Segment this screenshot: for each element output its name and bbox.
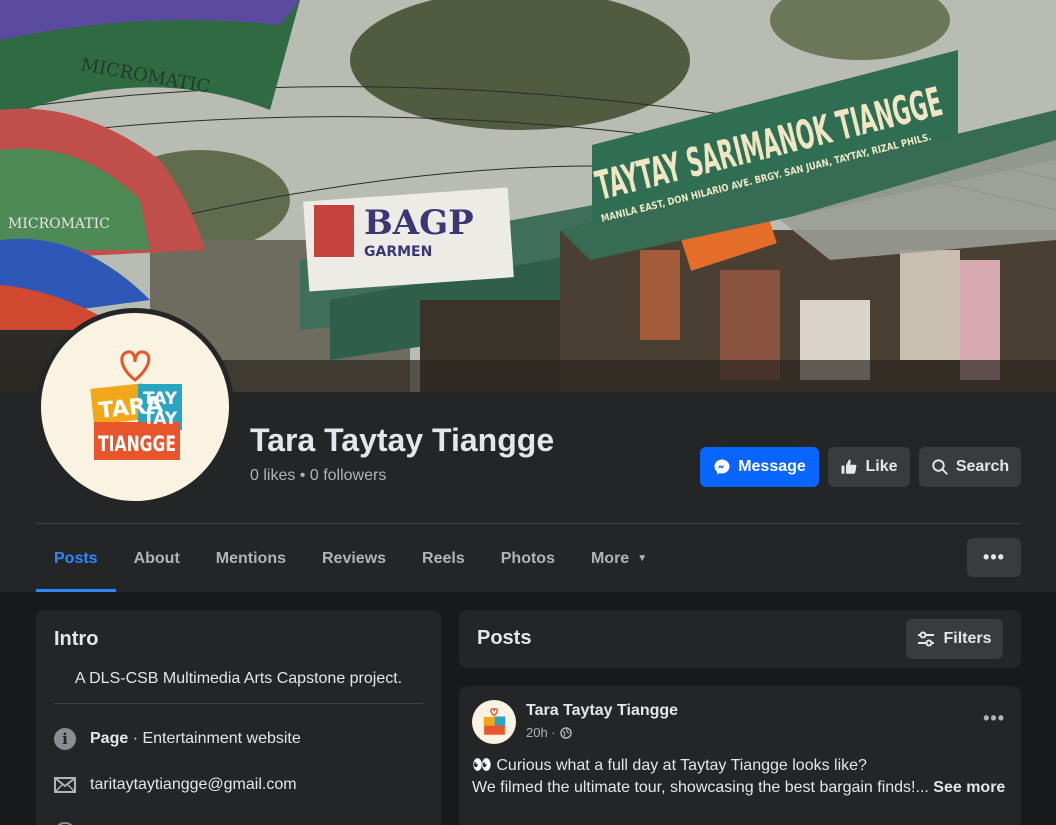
tab-reels[interactable]: Reels bbox=[404, 525, 483, 592]
message-button[interactable]: Message bbox=[700, 447, 819, 487]
intro-card: Intro A DLS-CSB Multimedia Arts Capstone… bbox=[36, 610, 441, 825]
cover-sign-left-sub: GARMEN bbox=[364, 244, 432, 260]
intro-title: Intro bbox=[54, 628, 99, 650]
caret-down-icon: ▼ bbox=[637, 553, 648, 564]
filters-button-label: Filters bbox=[943, 630, 992, 647]
page-tabs: Posts About Mentions Reviews Reels Photo… bbox=[36, 525, 665, 592]
tab-posts-label: Posts bbox=[54, 549, 98, 567]
search-button-label: Search bbox=[955, 458, 1010, 475]
like-button[interactable]: Like bbox=[828, 447, 910, 487]
post-timestamp[interactable]: 20h · bbox=[526, 725, 556, 740]
post-author-name[interactable]: Tara Taytay Tiangge bbox=[526, 702, 678, 720]
post-line-2: We filmed the ultimate tour, showcasing … bbox=[472, 779, 934, 796]
posts-header-card: Posts Filters bbox=[459, 610, 1021, 668]
search-button[interactable]: Search bbox=[919, 447, 1021, 487]
tab-mentions-label: Mentions bbox=[215, 549, 286, 567]
tab-more-label: More bbox=[590, 549, 630, 567]
post-meta: 20h · bbox=[526, 725, 572, 740]
intro-divider bbox=[54, 703, 423, 704]
header-divider bbox=[36, 523, 1021, 524]
tab-photos[interactable]: Photos bbox=[483, 525, 573, 592]
intro-page-category: i Page · Entertainment website bbox=[54, 728, 301, 750]
tara-taytay-logo-small bbox=[483, 708, 506, 735]
tab-about-label: About bbox=[133, 549, 180, 567]
tab-mentions[interactable]: Mentions bbox=[198, 525, 304, 592]
intro-email: taritaytaytiangge@gmail.com bbox=[54, 776, 297, 794]
globe-icon bbox=[559, 726, 572, 739]
eyes-emoji-icon: 👀 bbox=[472, 757, 492, 774]
post-author-avatar[interactable] bbox=[472, 700, 516, 744]
page-title: Tara Taytay Tiangge bbox=[250, 422, 555, 458]
tab-more[interactable]: More ▼ bbox=[573, 525, 665, 592]
thumbs-up-icon bbox=[841, 459, 857, 474]
messenger-icon bbox=[714, 459, 730, 475]
posts-title: Posts bbox=[477, 627, 532, 649]
post-body: 👀 Curious what a full day at Taytay Tian… bbox=[472, 755, 1007, 799]
cover-sign-left: BAGP bbox=[364, 203, 474, 243]
tara-taytay-logo: TARA TAY TAY TIANGGE bbox=[90, 350, 182, 460]
message-button-label: Message bbox=[738, 458, 806, 475]
envelope-icon bbox=[54, 777, 76, 793]
cover-umbrella-text-2: MICROMATIC bbox=[8, 216, 110, 232]
logo-word-tay-2: TAY bbox=[143, 409, 178, 429]
intro-email-link[interactable]: taritaytaytiangge@gmail.com bbox=[90, 776, 297, 794]
tab-posts[interactable]: Posts bbox=[36, 525, 116, 592]
see-more-link[interactable]: See more bbox=[933, 779, 1005, 796]
profile-picture[interactable]: TARA TAY TAY TIANGGE bbox=[36, 308, 234, 506]
more-options-button[interactable]: ••• bbox=[967, 538, 1021, 577]
filters-icon bbox=[918, 631, 935, 647]
tab-reels-label: Reels bbox=[422, 549, 465, 567]
page-stats[interactable]: 0 likes • 0 followers bbox=[250, 467, 386, 485]
post-card: Tara Taytay Tiangge 20h · ••• 👀 Curious … bbox=[459, 686, 1021, 825]
post-options-button[interactable]: ••• bbox=[983, 708, 1005, 729]
filters-button[interactable]: Filters bbox=[906, 619, 1003, 659]
tab-photos-label: Photos bbox=[500, 549, 555, 567]
intro-category: · Entertainment website bbox=[128, 730, 301, 747]
tab-reviews-label: Reviews bbox=[322, 549, 387, 567]
logo-word-tay-1: TAY bbox=[143, 389, 178, 409]
tab-about[interactable]: About bbox=[116, 525, 198, 592]
like-button-label: Like bbox=[865, 458, 898, 475]
search-icon bbox=[932, 459, 948, 475]
intro-page-label: Page bbox=[90, 730, 129, 747]
intro-bio: A DLS-CSB Multimedia Arts Capstone proje… bbox=[74, 670, 403, 687]
logo-word-tiangge: TIANGGE bbox=[98, 432, 176, 456]
post-line-1: Curious what a full day at Taytay Tiangg… bbox=[491, 757, 867, 774]
info-icon: i bbox=[54, 728, 76, 750]
tab-reviews[interactable]: Reviews bbox=[304, 525, 404, 592]
